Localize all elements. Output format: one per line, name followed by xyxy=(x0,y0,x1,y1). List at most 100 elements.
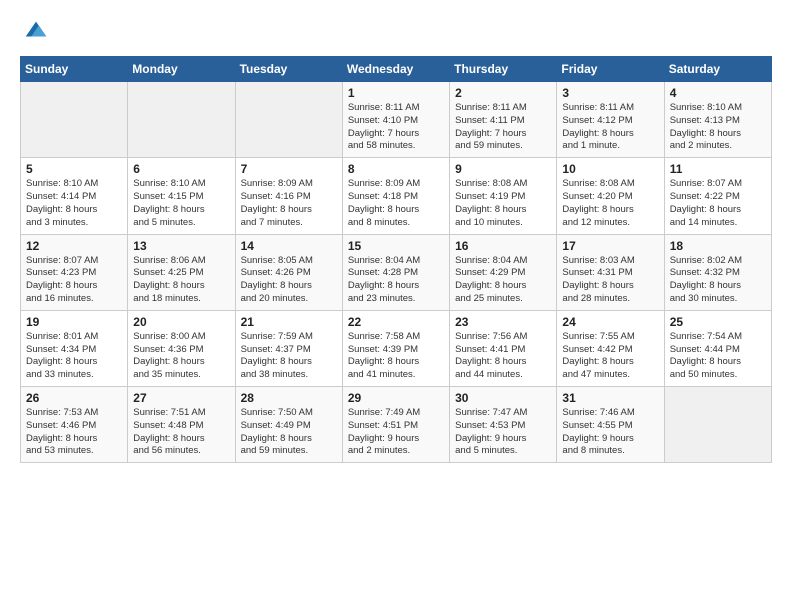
day-info: Sunrise: 8:10 AMSunset: 4:14 PMDaylight:… xyxy=(26,178,122,229)
calendar-week-4: 19 Sunrise: 8:01 AMSunset: 4:34 PMDayligh… xyxy=(21,310,772,386)
day-number: 20 xyxy=(133,315,229,329)
day-info: Sunrise: 8:04 AMSunset: 4:28 PMDaylight:… xyxy=(348,255,444,306)
calendar-cell: 26 Sunrise: 7:53 AMSunset: 4:46 PMDayligh… xyxy=(21,387,128,463)
day-info: Sunrise: 8:11 AMSunset: 4:12 PMDaylight:… xyxy=(562,102,658,153)
day-info: Sunrise: 8:02 AMSunset: 4:32 PMDaylight:… xyxy=(670,255,766,306)
day-info: Sunrise: 7:46 AMSunset: 4:55 PMDaylight:… xyxy=(562,407,658,458)
calendar-cell xyxy=(21,82,128,158)
day-info: Sunrise: 7:58 AMSunset: 4:39 PMDaylight:… xyxy=(348,331,444,382)
day-number: 13 xyxy=(133,239,229,253)
calendar-cell: 25Sunrise: 7:54 AMSunset: 4:44 PMDayligh… xyxy=(664,310,771,386)
day-number: 2 xyxy=(455,86,551,100)
day-number: 11 xyxy=(670,162,766,176)
day-number: 19 xyxy=(26,315,122,329)
weekday-header-saturday: Saturday xyxy=(664,57,771,82)
logo-icon xyxy=(22,16,50,44)
day-info: Sunrise: 8:08 AMSunset: 4:19 PMDaylight:… xyxy=(455,178,551,229)
day-info: Sunrise: 8:09 AMSunset: 4:18 PMDaylight:… xyxy=(348,178,444,229)
day-number: 25 xyxy=(670,315,766,329)
day-info: Sunrise: 8:11 AMSunset: 4:10 PMDaylight:… xyxy=(348,102,444,153)
day-number: 29 xyxy=(348,391,444,405)
day-number: 7 xyxy=(241,162,337,176)
day-info: Sunrise: 7:51 AMSunset: 4:48 PMDaylight:… xyxy=(133,407,229,458)
day-info: Sunrise: 8:01 AMSunset: 4:34 PMDaylight:… xyxy=(26,331,122,382)
day-number: 26 xyxy=(26,391,122,405)
page: SundayMondayTuesdayWednesdayThursdayFrid… xyxy=(0,0,792,473)
calendar-cell: 28 Sunrise: 7:50 AMSunset: 4:49 PMDayligh… xyxy=(235,387,342,463)
calendar-body: 1 Sunrise: 8:11 AMSunset: 4:10 PMDaylight… xyxy=(21,82,772,463)
calendar-cell: 19 Sunrise: 8:01 AMSunset: 4:34 PMDayligh… xyxy=(21,310,128,386)
calendar-table: SundayMondayTuesdayWednesdayThursdayFrid… xyxy=(20,56,772,463)
day-info: Sunrise: 8:07 AMSunset: 4:23 PMDaylight:… xyxy=(26,255,122,306)
day-number: 18 xyxy=(670,239,766,253)
day-info: Sunrise: 8:10 AMSunset: 4:15 PMDaylight:… xyxy=(133,178,229,229)
calendar-cell: 7 Sunrise: 8:09 AMSunset: 4:16 PMDaylight… xyxy=(235,158,342,234)
header xyxy=(20,16,772,44)
calendar-cell: 30 Sunrise: 7:47 AMSunset: 4:53 PMDayligh… xyxy=(450,387,557,463)
calendar-cell: 3 Sunrise: 8:11 AMSunset: 4:12 PMDaylight… xyxy=(557,82,664,158)
calendar-cell: 22Sunrise: 7:58 AMSunset: 4:39 PMDayligh… xyxy=(342,310,449,386)
calendar-cell: 15Sunrise: 8:04 AMSunset: 4:28 PMDayligh… xyxy=(342,234,449,310)
day-info: Sunrise: 7:55 AMSunset: 4:42 PMDaylight:… xyxy=(562,331,658,382)
day-number: 5 xyxy=(26,162,122,176)
calendar-cell: 23Sunrise: 7:56 AMSunset: 4:41 PMDayligh… xyxy=(450,310,557,386)
day-info: Sunrise: 8:05 AMSunset: 4:26 PMDaylight:… xyxy=(241,255,337,306)
day-number: 24 xyxy=(562,315,658,329)
day-info: Sunrise: 7:47 AMSunset: 4:53 PMDaylight:… xyxy=(455,407,551,458)
day-number: 1 xyxy=(348,86,444,100)
calendar-cell xyxy=(235,82,342,158)
weekday-header-thursday: Thursday xyxy=(450,57,557,82)
weekday-header-tuesday: Tuesday xyxy=(235,57,342,82)
weekday-header-friday: Friday xyxy=(557,57,664,82)
day-info: Sunrise: 8:03 AMSunset: 4:31 PMDaylight:… xyxy=(562,255,658,306)
calendar-cell: 21 Sunrise: 7:59 AMSunset: 4:37 PMDayligh… xyxy=(235,310,342,386)
calendar-week-5: 26 Sunrise: 7:53 AMSunset: 4:46 PMDayligh… xyxy=(21,387,772,463)
day-number: 28 xyxy=(241,391,337,405)
weekday-header-row: SundayMondayTuesdayWednesdayThursdayFrid… xyxy=(21,57,772,82)
calendar-cell: 2 Sunrise: 8:11 AMSunset: 4:11 PMDaylight… xyxy=(450,82,557,158)
calendar-cell: 12 Sunrise: 8:07 AMSunset: 4:23 PMDayligh… xyxy=(21,234,128,310)
day-number: 3 xyxy=(562,86,658,100)
calendar-cell xyxy=(128,82,235,158)
calendar-cell: 5 Sunrise: 8:10 AMSunset: 4:14 PMDaylight… xyxy=(21,158,128,234)
day-number: 14 xyxy=(241,239,337,253)
day-info: Sunrise: 8:07 AMSunset: 4:22 PMDaylight:… xyxy=(670,178,766,229)
calendar-cell: 10Sunrise: 8:08 AMSunset: 4:20 PMDayligh… xyxy=(557,158,664,234)
weekday-header-monday: Monday xyxy=(128,57,235,82)
day-number: 27 xyxy=(133,391,229,405)
day-number: 16 xyxy=(455,239,551,253)
day-info: Sunrise: 7:56 AMSunset: 4:41 PMDaylight:… xyxy=(455,331,551,382)
calendar-header: SundayMondayTuesdayWednesdayThursdayFrid… xyxy=(21,57,772,82)
day-number: 17 xyxy=(562,239,658,253)
day-info: Sunrise: 8:09 AMSunset: 4:16 PMDaylight:… xyxy=(241,178,337,229)
calendar-cell: 1 Sunrise: 8:11 AMSunset: 4:10 PMDaylight… xyxy=(342,82,449,158)
day-info: Sunrise: 8:11 AMSunset: 4:11 PMDaylight:… xyxy=(455,102,551,153)
day-info: Sunrise: 7:59 AMSunset: 4:37 PMDaylight:… xyxy=(241,331,337,382)
day-info: Sunrise: 8:08 AMSunset: 4:20 PMDaylight:… xyxy=(562,178,658,229)
weekday-header-wednesday: Wednesday xyxy=(342,57,449,82)
day-number: 12 xyxy=(26,239,122,253)
day-info: Sunrise: 7:50 AMSunset: 4:49 PMDaylight:… xyxy=(241,407,337,458)
calendar-cell: 17 Sunrise: 8:03 AMSunset: 4:31 PMDayligh… xyxy=(557,234,664,310)
day-info: Sunrise: 8:04 AMSunset: 4:29 PMDaylight:… xyxy=(455,255,551,306)
calendar-cell: 14 Sunrise: 8:05 AMSunset: 4:26 PMDayligh… xyxy=(235,234,342,310)
weekday-header-sunday: Sunday xyxy=(21,57,128,82)
calendar-cell: 13 Sunrise: 8:06 AMSunset: 4:25 PMDayligh… xyxy=(128,234,235,310)
day-info: Sunrise: 7:53 AMSunset: 4:46 PMDaylight:… xyxy=(26,407,122,458)
day-number: 4 xyxy=(670,86,766,100)
calendar-cell: 20Sunrise: 8:00 AMSunset: 4:36 PMDayligh… xyxy=(128,310,235,386)
calendar-cell xyxy=(664,387,771,463)
calendar-cell: 16 Sunrise: 8:04 AMSunset: 4:29 PMDayligh… xyxy=(450,234,557,310)
calendar-cell: 8Sunrise: 8:09 AMSunset: 4:18 PMDaylight… xyxy=(342,158,449,234)
day-number: 30 xyxy=(455,391,551,405)
day-info: Sunrise: 7:49 AMSunset: 4:51 PMDaylight:… xyxy=(348,407,444,458)
logo xyxy=(20,16,50,44)
day-info: Sunrise: 8:06 AMSunset: 4:25 PMDaylight:… xyxy=(133,255,229,306)
day-number: 21 xyxy=(241,315,337,329)
calendar-cell: 11 Sunrise: 8:07 AMSunset: 4:22 PMDayligh… xyxy=(664,158,771,234)
day-number: 6 xyxy=(133,162,229,176)
calendar-cell: 9Sunrise: 8:08 AMSunset: 4:19 PMDaylight… xyxy=(450,158,557,234)
day-number: 31 xyxy=(562,391,658,405)
calendar-week-3: 12 Sunrise: 8:07 AMSunset: 4:23 PMDayligh… xyxy=(21,234,772,310)
calendar-cell: 4Sunrise: 8:10 AMSunset: 4:13 PMDaylight… xyxy=(664,82,771,158)
